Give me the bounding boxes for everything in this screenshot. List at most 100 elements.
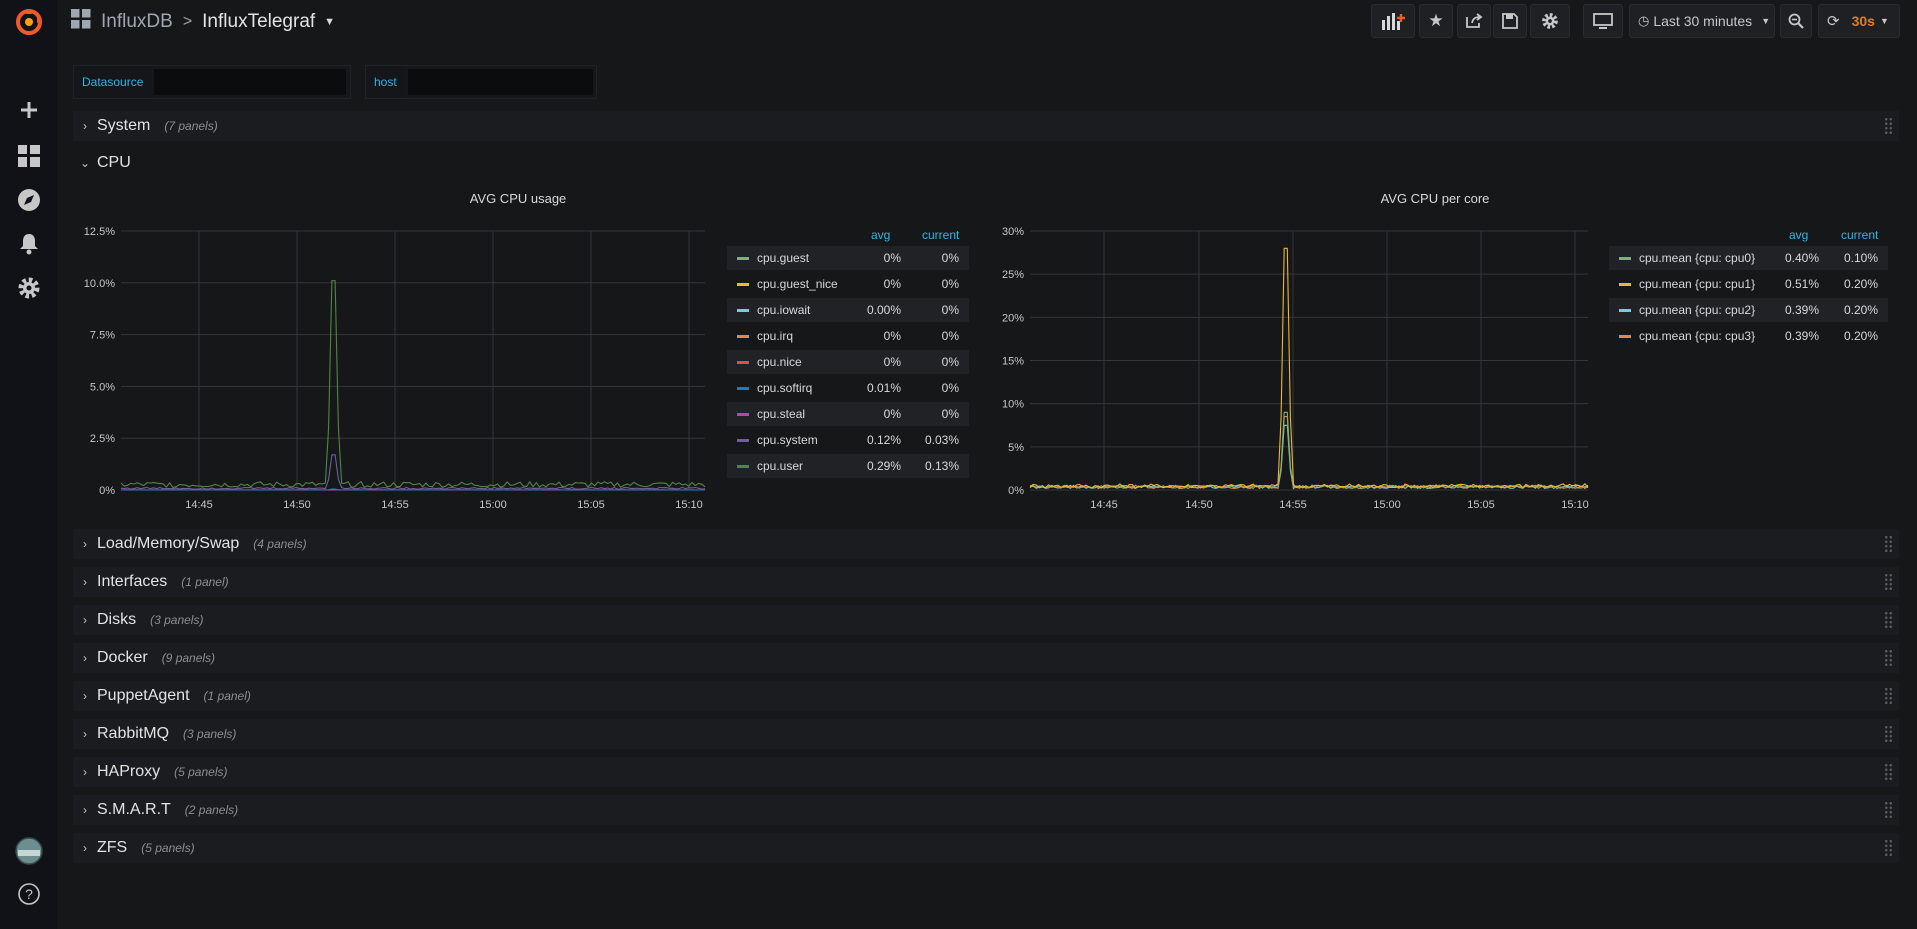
row-title[interactable]: PuppetAgent [97,687,190,705]
plus-icon[interactable] [0,92,57,128]
row-haproxy[interactable]: › HAProxy (5 panels) [73,757,1899,787]
series-color-swatch[interactable] [1619,282,1631,286]
explore-compass-icon[interactable] [0,182,57,218]
row-s-m-a-r-t[interactable]: › S.M.A.R.T (2 panels) [73,795,1899,825]
series-color-swatch[interactable] [737,334,749,338]
series-color-swatch[interactable] [737,464,749,468]
refresh-icon[interactable]: ⟳ [1827,12,1840,30]
alerting-bell-icon[interactable] [0,226,57,262]
dashboard-title[interactable]: InfluxTelegraf [202,11,315,33]
legend-header-current[interactable]: current [1841,228,1878,242]
series-color-swatch[interactable] [737,386,749,390]
row-title[interactable]: ZFS [97,839,127,857]
dashboards-grid-icon[interactable] [71,9,91,35]
row-title[interactable]: Load/Memory/Swap [97,535,239,553]
drag-handle-icon[interactable] [1884,649,1893,667]
panel-title[interactable]: AVG CPU per core [985,191,1885,206]
host-value-dropdown[interactable] [407,69,593,95]
series-color-swatch[interactable] [737,412,749,416]
row-disks[interactable]: › Disks (3 panels) [73,605,1899,635]
row-load-memory-swap[interactable]: › Load/Memory/Swap (4 panels) [73,529,1899,559]
row-rabbitmq[interactable]: › RabbitMQ (3 panels) [73,719,1899,749]
drag-handle-icon[interactable] [1884,725,1893,743]
legend-item[interactable]: cpu.softirq 0.01% 0% [727,376,969,400]
legend-series-name[interactable]: cpu.mean {cpu: cpu1} [1639,277,1759,291]
series-line[interactable] [1029,247,1589,489]
row-system[interactable]: › System (7 panels) [73,111,1899,141]
row-title[interactable]: System [97,117,150,135]
row-title[interactable]: HAProxy [97,763,160,781]
row-title[interactable]: CPU [97,154,131,172]
legend-series-name[interactable]: cpu.steal [757,407,857,421]
series-color-swatch[interactable] [737,438,749,442]
series-color-swatch[interactable] [1619,308,1631,312]
legend-header-avg[interactable]: avg [1789,228,1808,242]
row-docker[interactable]: › Docker (9 panels) [73,643,1899,673]
row-zfs[interactable]: › ZFS (5 panels) [73,833,1899,863]
drag-handle-icon[interactable] [1884,763,1893,781]
zoom-out-button[interactable] [1780,4,1812,38]
row-title[interactable]: Disks [97,611,136,629]
legend-item[interactable]: cpu.guest 0% 0% [727,246,969,270]
series-line[interactable] [120,280,706,489]
datasource-value-dropdown[interactable] [154,69,347,95]
legend-series-name[interactable]: cpu.softirq [757,381,857,395]
breadcrumb-folder-link[interactable]: InfluxDB [101,11,173,33]
series-color-swatch[interactable] [737,308,749,312]
dashboards-icon[interactable] [0,138,57,174]
series-line[interactable] [1029,416,1589,490]
series-line[interactable] [1029,424,1589,490]
time-range-picker[interactable]: ◷ Last 30 minutes ▼ [1629,4,1775,38]
row-title[interactable]: Docker [97,649,148,667]
series-line[interactable] [120,454,706,490]
row-puppetagent[interactable]: › PuppetAgent (1 panel) [73,681,1899,711]
drag-handle-icon[interactable] [1884,801,1893,819]
row-title[interactable]: Interfaces [97,573,167,591]
legend-series-name[interactable]: cpu.mean {cpu: cpu0} [1639,251,1759,265]
series-color-swatch[interactable] [737,282,749,286]
legend-header-current[interactable]: current [922,228,959,242]
legend-series-name[interactable]: cpu.system [757,433,857,447]
legend-series-name[interactable]: cpu.guest_nice [757,277,857,291]
legend-item[interactable]: cpu.system 0.12% 0.03% [727,428,969,452]
user-avatar[interactable] [0,833,57,869]
drag-handle-icon[interactable] [1884,117,1893,135]
star-dashboard-button[interactable]: ★ [1419,4,1453,38]
drag-handle-icon[interactable] [1884,535,1893,553]
drag-handle-icon[interactable] [1884,687,1893,705]
save-dashboard-button[interactable] [1493,4,1527,38]
legend-series-name[interactable]: cpu.guest [757,251,857,265]
row-title[interactable]: RabbitMQ [97,725,169,743]
drag-handle-icon[interactable] [1884,611,1893,629]
legend-item[interactable]: cpu.iowait 0.00% 0% [727,298,969,322]
drag-handle-icon[interactable] [1884,839,1893,857]
series-line[interactable] [1029,411,1589,490]
refresh-picker[interactable]: ⟳ 30s ▼ [1818,4,1900,38]
legend-item[interactable]: cpu.user 0.29% 0.13% [727,454,969,478]
legend-item[interactable]: cpu.mean {cpu: cpu0} 0.40% 0.10% [1609,246,1888,270]
legend-item[interactable]: cpu.irq 0% 0% [727,324,969,348]
cpu-per-core-chart[interactable]: 0% 5% 10% 15% 20% 25% 30% 14:45 14:50 14:55 15:00 1… [985,220,1595,520]
legend-item[interactable]: cpu.mean {cpu: cpu3} 0.39% 0.20% [1609,324,1888,348]
legend-item[interactable]: cpu.guest_nice 0% 0% [727,272,969,296]
dashboard-settings-button[interactable] [1530,4,1570,38]
drag-handle-icon[interactable] [1884,573,1893,591]
row-cpu[interactable]: ⌄ CPU [73,148,131,178]
legend-series-name[interactable]: cpu.mean {cpu: cpu3} [1639,329,1759,343]
series-color-swatch[interactable] [1619,334,1631,338]
series-color-swatch[interactable] [737,256,749,260]
legend-series-name[interactable]: cpu.iowait [757,303,857,317]
row-interfaces[interactable]: › Interfaces (1 panel) [73,567,1899,597]
add-panel-button[interactable] [1371,4,1415,38]
legend-series-name[interactable]: cpu.mean {cpu: cpu2} [1639,303,1759,317]
cycle-view-mode-button[interactable] [1583,4,1623,38]
legend-item[interactable]: cpu.nice 0% 0% [727,350,969,374]
legend-item[interactable]: cpu.steal 0% 0% [727,402,969,426]
legend-series-name[interactable]: cpu.user [757,459,857,473]
refresh-interval-label[interactable]: 30s [1852,13,1875,29]
cpu-usage-chart[interactable]: 0% 2.5% 5.0% 7.5% 10.0% 12.5% 14:45 14:50 14:55 1… [73,220,713,520]
legend-header-avg[interactable]: avg [871,228,890,242]
series-color-swatch[interactable] [1619,256,1631,260]
row-title[interactable]: S.M.A.R.T [97,801,171,819]
legend-series-name[interactable]: cpu.irq [757,329,857,343]
